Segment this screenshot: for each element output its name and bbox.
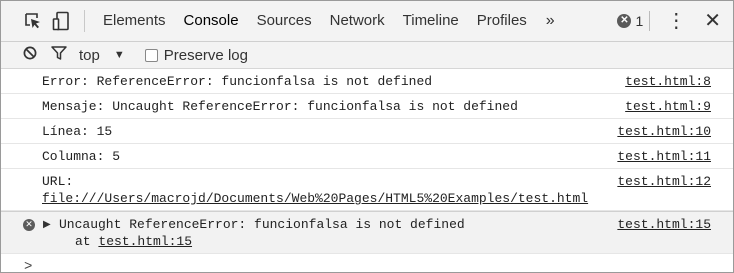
- source-link[interactable]: test.html:9: [625, 98, 711, 115]
- log-row: Columna: 5 test.html:11: [1, 144, 733, 169]
- source-link[interactable]: test.html:12: [617, 173, 711, 190]
- device-mode-icon[interactable]: [50, 10, 72, 32]
- clear-console-icon[interactable]: [23, 46, 37, 64]
- error-icon: ✕: [617, 14, 632, 28]
- tab-elements[interactable]: Elements: [94, 1, 175, 41]
- tab-timeline[interactable]: Timeline: [394, 1, 468, 41]
- source-link[interactable]: test.html:10: [617, 123, 711, 140]
- error-count-badge[interactable]: ✕ 1: [617, 13, 643, 29]
- devtools-window: Elements Console Sources Network Timelin…: [0, 0, 734, 273]
- stack-link[interactable]: test.html:15: [98, 234, 192, 249]
- log-message: Línea: 15: [42, 124, 113, 139]
- filter-icon[interactable]: [51, 46, 67, 64]
- stack-at-label: at: [75, 234, 99, 249]
- error-message: Uncaught ReferenceError: funcionfalsa is…: [59, 216, 593, 250]
- chevron-down-icon[interactable]: ▼: [114, 49, 125, 61]
- error-row: ✕ ▶ Uncaught ReferenceError: funcionfals…: [1, 211, 733, 254]
- source-link[interactable]: test.html:15: [617, 216, 711, 233]
- tab-profiles[interactable]: Profiles: [468, 1, 536, 41]
- preserve-log-checkbox[interactable]: [144, 48, 158, 62]
- toolbar-separator: [84, 10, 85, 32]
- context-selector[interactable]: top: [79, 47, 100, 64]
- devtools-toolbar: Elements Console Sources Network Timelin…: [1, 1, 733, 42]
- prompt-caret: >: [24, 259, 33, 273]
- error-icon: ✕: [23, 219, 35, 231]
- preserve-log-label[interactable]: Preserve log: [164, 47, 248, 64]
- more-tabs-button[interactable]: »: [536, 12, 565, 30]
- log-row-url: URL: file:///Users/macrojd/Documents/Web…: [1, 169, 733, 211]
- log-message: Error: ReferenceError: funcionfalsa is n…: [42, 74, 433, 89]
- console-log: Error: ReferenceError: funcionfalsa is n…: [1, 69, 733, 273]
- source-link[interactable]: test.html:11: [617, 148, 711, 165]
- menu-kebab-icon[interactable]: ⋮: [666, 11, 686, 31]
- expand-triangle-icon[interactable]: ▶: [43, 216, 51, 233]
- inspect-element-icon[interactable]: [22, 10, 44, 32]
- error-count-value: 1: [635, 13, 644, 29]
- log-row: Error: ReferenceError: funcionfalsa is n…: [1, 69, 733, 94]
- log-row: Mensaje: Uncaught ReferenceError: funcio…: [1, 94, 733, 119]
- log-message: URL: file:///Users/macrojd/Documents/Web…: [42, 173, 593, 207]
- tab-console[interactable]: Console: [175, 1, 248, 41]
- error-text: Uncaught ReferenceError: funcionfalsa is…: [59, 217, 465, 232]
- toolbar-right: ✕ 1 ⋮ ✕: [617, 1, 733, 41]
- stack-frame: at test.html:15: [59, 233, 593, 250]
- console-filter-bar: top ▼ Preserve log: [1, 42, 733, 69]
- log-message: Columna: 5: [42, 149, 121, 164]
- log-message: Mensaje: Uncaught ReferenceError: funcio…: [42, 99, 518, 114]
- tab-sources[interactable]: Sources: [248, 1, 321, 41]
- source-link[interactable]: test.html:8: [625, 73, 711, 90]
- tab-network[interactable]: Network: [321, 1, 394, 41]
- toolbar-separator: [649, 11, 651, 31]
- close-icon[interactable]: ✕: [704, 11, 721, 31]
- file-url-link[interactable]: file:///Users/macrojd/Documents/Web%20Pa…: [42, 191, 588, 206]
- console-prompt[interactable]: >: [1, 254, 733, 273]
- log-row: Línea: 15 test.html:10: [1, 119, 733, 144]
- url-label: URL:: [42, 174, 82, 189]
